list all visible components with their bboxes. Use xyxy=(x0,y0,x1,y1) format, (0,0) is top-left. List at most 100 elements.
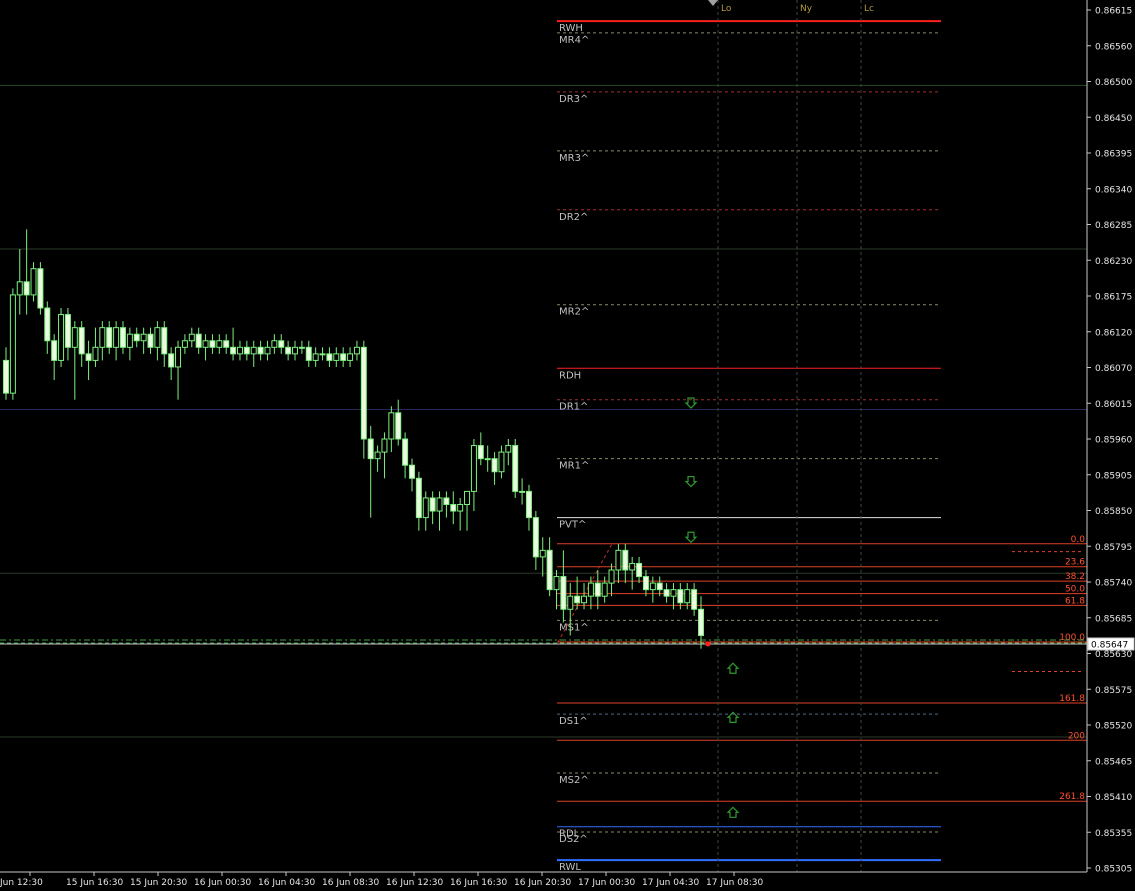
candle-body xyxy=(99,327,106,348)
candle-body xyxy=(140,333,147,342)
price-tick-label: 0.86285 xyxy=(1095,221,1132,231)
candle-body xyxy=(181,340,188,348)
candle-body xyxy=(374,451,381,460)
fib-level-label: 161.8 xyxy=(1059,694,1085,704)
candle-body xyxy=(37,268,44,309)
time-tick-label: 16 Jun 08:30 xyxy=(322,878,379,888)
candle-body xyxy=(126,333,133,348)
candle-body xyxy=(3,359,9,394)
candle-body xyxy=(436,497,443,512)
price-tick-label: 0.86500 xyxy=(1095,78,1132,88)
candle-body xyxy=(44,307,51,342)
session-label: Lo xyxy=(721,4,732,14)
candle-body xyxy=(133,333,140,342)
candle-body xyxy=(567,595,574,610)
fib-level-label: 61.8 xyxy=(1065,596,1085,606)
candle-body xyxy=(381,438,388,453)
time-tick-label: 17 Jun 08:30 xyxy=(706,878,763,888)
candle-body xyxy=(581,595,588,604)
candle-body xyxy=(629,562,636,571)
pivot-level-label: MS1^ xyxy=(559,622,589,633)
pivot-level-label: DR2^ xyxy=(559,212,588,223)
candle-body xyxy=(408,464,415,479)
price-chart[interactable]: RWHMR4^DR3^MR3^DR2^MR2^RDHDR1^MR1^PVT^MS… xyxy=(0,0,1135,891)
pivot-level-label: DR3^ xyxy=(559,94,588,105)
candle-body xyxy=(278,340,285,348)
price-tick-label: 0.85305 xyxy=(1095,865,1132,875)
time-tick-label: 15 Jun 20:30 xyxy=(130,878,187,888)
price-tick-label: 0.86560 xyxy=(1095,42,1132,52)
candle-body xyxy=(539,549,546,558)
chart-window[interactable]: RWH MR4^ DR3^ MR3^ DR2^ MR2^ RDH DR1^ MR1^ PVT^ MS… xyxy=(0,0,1135,891)
candle-body xyxy=(333,353,340,361)
candle-body xyxy=(223,340,230,348)
candle-body xyxy=(422,497,429,519)
session-label: Ny xyxy=(800,4,813,14)
price-tick-label: 0.86120 xyxy=(1095,328,1132,338)
candle-body xyxy=(85,353,92,361)
pivot-level-label: DR1^ xyxy=(559,402,588,413)
candle-body xyxy=(216,340,223,348)
candle-body xyxy=(622,549,629,571)
candle-body xyxy=(106,327,113,348)
candle-body xyxy=(347,353,354,361)
candle-body xyxy=(264,346,271,355)
price-tick-label: 0.86340 xyxy=(1095,185,1132,195)
candle-body xyxy=(512,445,519,492)
price-tick-label: 0.85575 xyxy=(1095,686,1132,696)
candle-body xyxy=(292,346,299,355)
candle-body xyxy=(684,589,691,604)
candle-body xyxy=(649,582,656,591)
candle-body xyxy=(154,327,161,348)
candle-body xyxy=(23,281,30,296)
candle-body xyxy=(642,576,649,591)
candle-body xyxy=(450,503,457,512)
candle-body xyxy=(519,490,526,493)
candle-body xyxy=(209,340,216,348)
pivot-level-label: MR1^ xyxy=(559,461,589,472)
candle-body xyxy=(250,346,257,355)
candle-body xyxy=(243,346,250,355)
price-tick-label: 0.85520 xyxy=(1095,722,1132,732)
candle-body xyxy=(298,346,305,349)
price-tick-label: 0.86015 xyxy=(1095,400,1132,410)
candle-body xyxy=(608,569,615,584)
pivot-level-label: MR3^ xyxy=(559,153,589,164)
candle-body xyxy=(670,589,677,597)
candle-body xyxy=(340,353,347,361)
candle-body xyxy=(119,327,126,348)
candle-body xyxy=(78,327,85,355)
time-tick-label: 17 Jun 00:30 xyxy=(578,878,635,888)
candle-body xyxy=(470,445,477,492)
session-label: Lc xyxy=(864,4,874,14)
candle-body xyxy=(415,477,422,519)
candle-body xyxy=(71,327,78,348)
candle-body xyxy=(698,608,704,636)
pivot-level-label: RWL xyxy=(559,862,581,873)
time-tick-label: 16 Jun 00:30 xyxy=(194,878,251,888)
candle-body xyxy=(285,346,292,355)
time-tick-label: 16 Jun 04:30 xyxy=(258,878,315,888)
price-tick-label: 0.85905 xyxy=(1095,471,1132,481)
candle-body xyxy=(457,503,464,512)
candle-body xyxy=(443,497,450,505)
candle-body xyxy=(601,582,608,597)
candle-body xyxy=(64,314,71,348)
fib-level-label: 261.8 xyxy=(1059,792,1085,802)
time-tick-label: Jun 12:30 xyxy=(0,878,43,888)
time-tick-label: 16 Jun 12:30 xyxy=(386,878,443,888)
candle-body xyxy=(188,333,195,342)
price-tick-label: 0.85795 xyxy=(1095,543,1132,553)
candle-body xyxy=(477,445,484,460)
pivot-level-label: DS2^ xyxy=(559,834,588,845)
fib-level-label: 23.6 xyxy=(1065,558,1085,568)
fib-level-label: 100.0 xyxy=(1059,633,1085,643)
time-tick-label: 16 Jun 20:30 xyxy=(514,878,571,888)
candle-body xyxy=(195,333,202,348)
price-tick-label: 0.85630 xyxy=(1095,650,1132,660)
time-tick-label: 16 Jun 16:30 xyxy=(450,878,507,888)
candle-body xyxy=(113,327,120,348)
fib-level-label: 38.2 xyxy=(1065,572,1085,582)
price-tick-label: 0.86070 xyxy=(1095,364,1132,374)
candle-body xyxy=(594,582,601,597)
